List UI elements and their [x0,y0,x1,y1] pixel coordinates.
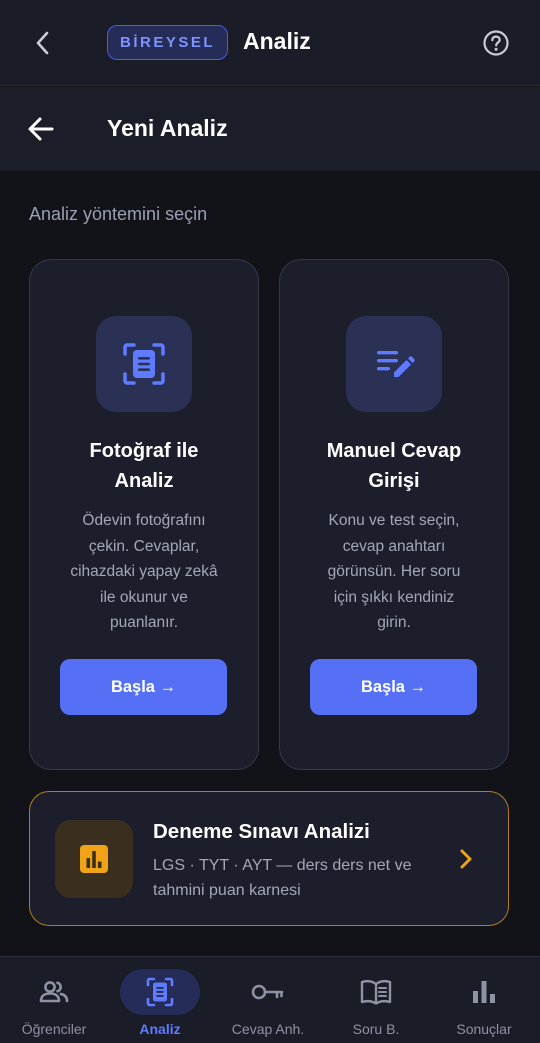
card-title: Manuel Cevap Girişi [326,440,462,492]
card-description: Konu ve test seçin, cevap anahtarı görün… [327,512,461,631]
chevron-right-icon [455,848,477,870]
nav-item-results[interactable]: Sonuçlar [430,957,538,1043]
account-type-badge: BİREYSEL [107,25,228,60]
nav-label: Soru B. [352,1021,400,1037]
exam-title: Deneme Sınavı Analizi [153,820,370,843]
bar-chart-icon [444,969,524,1015]
key-icon [228,969,308,1015]
nav-item-analysis[interactable]: Analiz [106,957,214,1043]
photo-analysis-card[interactable]: Fotoğraf ile Analiz Ödevin fotoğrafını ç… [29,259,259,770]
page-title: Analiz [243,28,311,54]
exam-analysis-card[interactable]: Deneme Sınavı Analizi LGS · TYT · AYT — … [29,791,509,926]
bottom-navigation: Öğrenciler Analiz Cevap Anh. Soru B. Son… [0,956,540,1043]
card-description: Ödevin fotoğrafını çekin. Cevaplar, ciha… [70,512,218,631]
document-scan-icon [96,316,192,412]
arrow-left-icon[interactable] [26,114,56,144]
top-app-bar: BİREYSEL Analiz [0,0,540,86]
sub-header-title: Yeni Analiz [107,115,228,141]
users-icon [14,969,94,1015]
nav-label: Öğrenciler [21,1021,87,1037]
manual-entry-card[interactable]: Manuel Cevap Girişi Konu ve test seçin, … [279,259,509,770]
nav-label: Cevap Anh. [231,1021,305,1037]
bar-chart-icon [55,820,133,898]
photo-start-button[interactable]: Başla → [60,659,227,715]
nav-item-students[interactable]: Öğrenciler [0,957,108,1043]
nav-item-answer-keys[interactable]: Cevap Anh. [214,957,322,1043]
card-title: Fotoğraf ile Analiz [89,440,199,492]
manual-start-button[interactable]: Başla → [310,659,477,715]
exam-description: LGS · TYT · AYT — ders ders net ve tahmi… [153,857,412,899]
nav-label: Analiz [139,1021,181,1037]
book-icon [336,969,416,1015]
nav-item-question-bank[interactable]: Soru B. [322,957,430,1043]
section-label: Analiz yöntemini seçin [29,204,208,224]
help-circle-icon[interactable] [482,29,510,57]
document-scan-icon [120,969,200,1015]
chevron-left-icon[interactable] [28,28,56,58]
edit-note-icon [346,316,442,412]
sub-header: Yeni Analiz [0,87,540,171]
nav-label: Sonuçlar [456,1021,512,1037]
